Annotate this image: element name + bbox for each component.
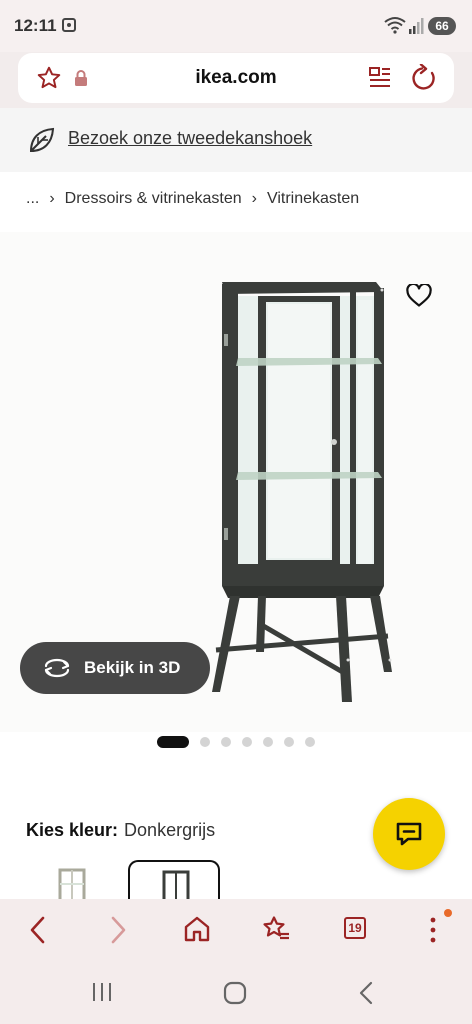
color-swatch-selected[interactable]: [128, 860, 220, 906]
chat-button[interactable]: [373, 798, 445, 870]
gallery-dot[interactable]: [221, 737, 231, 747]
leaf-icon: [29, 127, 55, 153]
chat-icon: [396, 822, 422, 846]
forward-icon[interactable]: [108, 915, 128, 945]
tabs-button[interactable]: 19: [344, 917, 366, 939]
status-time: 12:11: [14, 16, 57, 35]
gallery-dot[interactable]: [200, 737, 210, 747]
gallery-dot-active[interactable]: [157, 736, 189, 748]
breadcrumb-item[interactable]: Dressoirs & vitrinekasten: [65, 190, 242, 208]
color-value: Donkergrijs: [124, 820, 216, 840]
breadcrumb-ellipsis[interactable]: ...: [26, 190, 39, 208]
recent-apps-icon[interactable]: [90, 981, 114, 1003]
home-nav-icon[interactable]: [222, 981, 248, 1005]
color-selector-label: Kies kleur: Donkergrijs: [26, 820, 215, 841]
system-nav-bar: [0, 961, 472, 1024]
address-bar[interactable]: ikea.com: [18, 53, 454, 103]
browser-toolbar: 19: [0, 899, 472, 961]
gallery-dot[interactable]: [263, 737, 273, 747]
gallery-dot[interactable]: [284, 737, 294, 747]
rotate-3d-icon: [44, 658, 70, 678]
view-in-3d-button[interactable]: Bekijk in 3D: [20, 642, 210, 694]
favorite-heart-icon[interactable]: [406, 284, 432, 308]
notification-dot: [444, 909, 452, 917]
back-icon[interactable]: [28, 915, 48, 945]
screen: 12:11 66 ikea.com Bezoek onze tweedekans…: [0, 0, 472, 1024]
chevron-right-icon: ›: [49, 190, 55, 207]
chevron-right-icon: ›: [251, 190, 257, 207]
color-swatch-image: [162, 870, 190, 906]
bookmarks-icon[interactable]: [262, 915, 290, 943]
menu-more-icon[interactable]: [428, 915, 438, 945]
color-swatch[interactable]: [44, 862, 100, 902]
screenshot-icon: [62, 18, 76, 32]
product-image: [212, 282, 392, 702]
gallery-dot[interactable]: [305, 737, 315, 747]
product-image-gallery[interactable]: Bekijk in 3D: [0, 232, 472, 732]
view-in-3d-label: Bekijk in 3D: [84, 658, 181, 677]
home-icon[interactable]: [184, 915, 210, 943]
second-hand-link[interactable]: Bezoek onze tweedekanshoek: [68, 128, 312, 149]
second-hand-banner[interactable]: Bezoek onze tweedekanshoek: [0, 108, 472, 172]
product-page: ... › Dressoirs & vitrinekasten › Vitrinekas…: [0, 172, 472, 906]
breadcrumb: ... › Dressoirs & vitrinekasten › Vitrinekas…: [26, 190, 359, 208]
back-nav-icon[interactable]: [356, 981, 376, 1005]
reload-icon[interactable]: [410, 64, 438, 92]
signal-icon: [409, 18, 424, 34]
status-bar: 12:11 66: [0, 0, 472, 52]
wifi-icon: [384, 17, 406, 34]
color-label: Kies kleur:: [26, 820, 119, 840]
reader-mode-icon[interactable]: [368, 65, 392, 91]
breadcrumb-item[interactable]: Vitrinekasten: [267, 190, 359, 208]
battery-icon: 66: [428, 17, 456, 35]
gallery-dot[interactable]: [242, 737, 252, 747]
tab-count: 19: [348, 921, 362, 935]
